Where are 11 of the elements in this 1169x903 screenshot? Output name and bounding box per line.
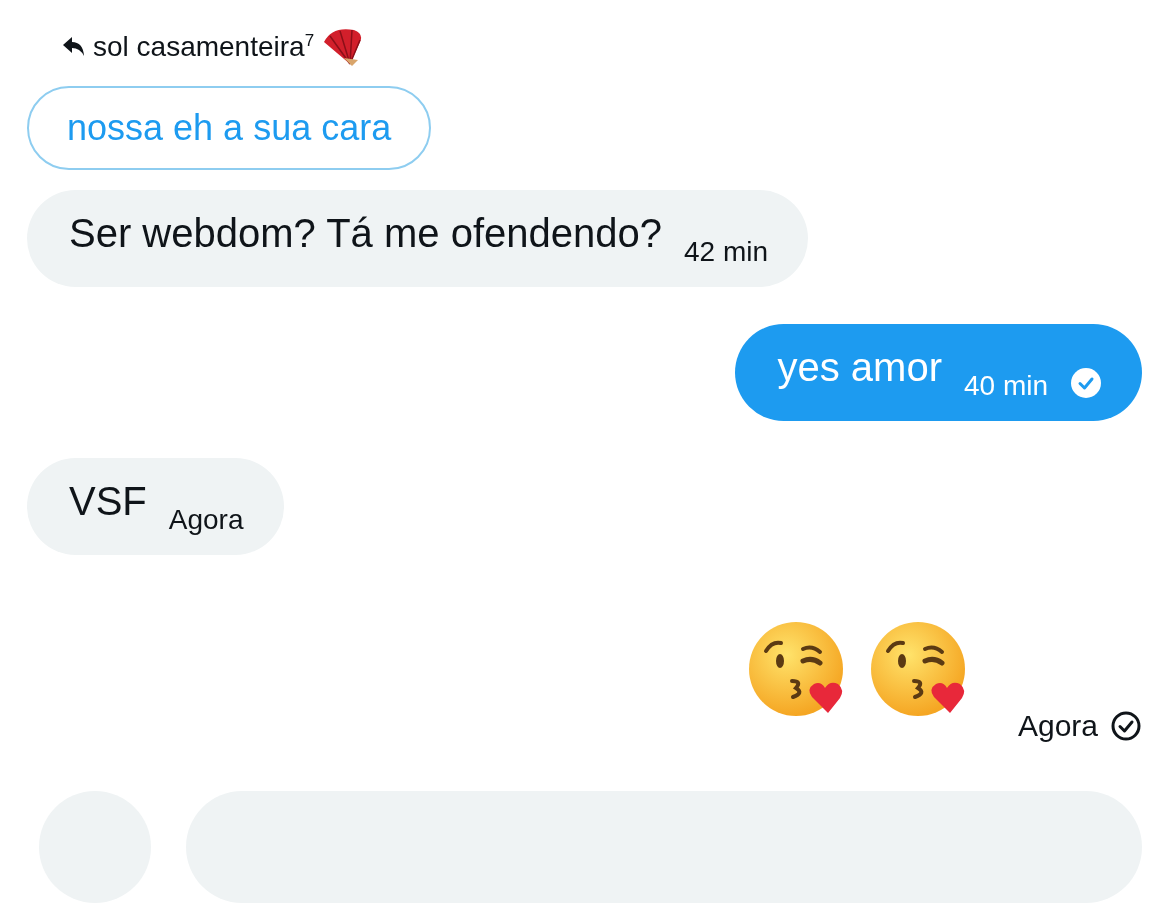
message-time: 40 min: [963, 369, 1048, 402]
reply-arrow-icon: [63, 37, 85, 57]
fan-icon: [322, 28, 363, 66]
message-time: Agora: [168, 503, 244, 536]
message-text: VSF: [69, 479, 147, 525]
message-time: 42 min: [684, 235, 769, 268]
reply-name: sol casamenteira$^{7}$: [93, 30, 315, 64]
quoted-message: nossa eh a sua cara: [27, 86, 432, 171]
message-time: Agora: [1017, 709, 1098, 743]
message-text: Ser webdom? Tá me ofendendo?: [69, 211, 662, 257]
message-text: yes amor: [777, 345, 942, 391]
